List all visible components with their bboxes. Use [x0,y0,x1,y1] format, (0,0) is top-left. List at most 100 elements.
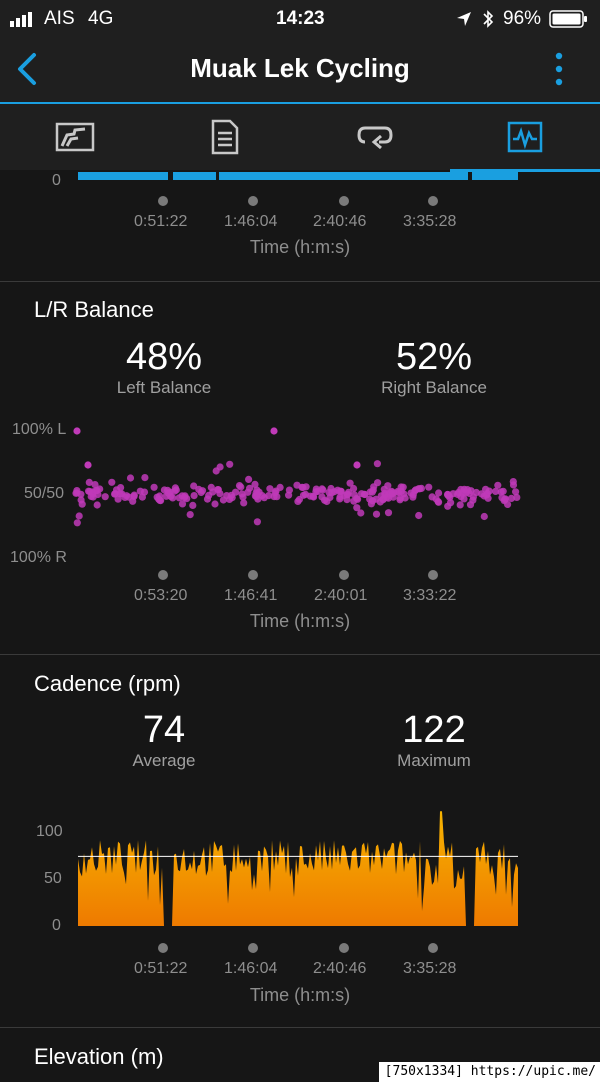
balance-x-tick: 0:53:20 [134,587,188,604]
activity-charts-screen: AIS 4G 14:23 96% Muak Lek Cycling 0 0:51… [0,0,600,1082]
balance-point [454,489,462,497]
balance-point [167,492,175,500]
network-label: 4G [88,8,114,29]
cadence-maximum-label: Maximum [397,751,471,770]
signal-icon [10,12,32,27]
balance-point [114,495,122,503]
balance-point [428,493,436,501]
balance-point [189,501,197,509]
balance-point [326,493,334,502]
balance-point [507,494,515,502]
balance-point [388,490,396,498]
balance-point [150,483,158,491]
balance-point [203,495,212,503]
tab-laps[interactable] [300,104,450,170]
balance-point [138,493,146,501]
bluetooth-icon [483,10,494,28]
balance-point [78,500,86,508]
balance-point [435,489,443,497]
cadence-average-value: 74 [142,709,186,751]
tab-bar [0,104,600,170]
balance-point [73,519,81,527]
balance-point [129,497,137,505]
balance-point [197,488,205,497]
balance-point [108,478,116,486]
balance-point [509,478,517,486]
balance-point [480,512,488,521]
balance-point [190,482,198,490]
top-chart [78,172,518,180]
balance-point [226,460,234,468]
balance-point [73,427,81,435]
balance-point [153,493,161,501]
charts-icon [507,121,543,153]
tab-charts[interactable] [450,104,600,170]
balance-point [93,501,101,509]
balance-point [319,486,327,494]
balance-point [101,493,109,501]
balance-scrub-dot [248,570,258,580]
balance-point [219,496,227,504]
navigation-bar: Muak Lek Cycling [0,36,600,102]
balance-point [294,497,302,505]
balance-point [434,498,442,506]
balance-point [467,487,475,495]
tab-details[interactable] [150,104,300,170]
top-chart-x-tick: 3:35:28 [403,213,457,230]
balance-point [396,496,404,504]
cadence-scrub-dot [428,943,438,953]
balance-point [456,501,464,509]
balance-point [485,487,493,495]
balance-point [358,490,366,498]
top-chart-scrub-dot [158,196,168,206]
balance-point [397,483,405,491]
balance-point [272,487,280,495]
left-balance-value: 48% [125,336,203,378]
more-options-icon[interactable] [552,50,566,90]
top-chart-x-tick: 2:40:46 [313,213,367,230]
balance-point [330,488,338,496]
right-balance-label: Right Balance [381,378,487,397]
balance-point [384,509,393,517]
section-divider [0,1027,600,1028]
balance-x-tick: 1:46:41 [224,587,278,604]
balance-point [412,486,420,494]
balance-point [293,481,301,489]
balance-scatter-plot [72,427,521,527]
battery-percent: 96% [503,8,542,29]
balance-point [86,488,94,496]
carrier-label: AIS [44,8,75,29]
balance-scrub-dot [158,570,168,580]
balance-point [511,488,520,496]
cadence-x-tick: 3:35:28 [403,960,457,977]
cadence-maximum-value: 122 [402,709,466,751]
cadence-scrub-dot [248,943,258,953]
balance-point [227,491,235,499]
watermark: [750x1334] https://upic.me/ [378,1062,600,1082]
balance-point [372,510,381,518]
balance-point [285,486,293,494]
balance-point [73,487,81,495]
balance-point [75,512,83,520]
balance-point [260,494,268,502]
balance-point [346,479,354,487]
balance-point [117,484,125,492]
balance-point [478,490,486,498]
balance-point [353,461,361,469]
tab-overview[interactable] [0,104,150,170]
balance-point [240,499,248,507]
balance-point [381,491,389,499]
balance-point [178,492,186,500]
balance-point [235,482,244,490]
balance-point [302,483,310,491]
balance-point [244,488,252,496]
cadence-scrub-dot [158,943,168,953]
battery-icon [549,10,587,28]
section-divider [0,281,600,282]
cadence-x-tick: 1:46:04 [224,960,278,977]
cadence-x-tick: 2:40:46 [313,960,367,977]
overview-chart-icon [55,122,95,152]
cadence-average-label: Average [132,751,196,770]
balance-x-axis-label: Time (h:m:s) [249,611,351,631]
top-chart-scrub-dot [428,196,438,206]
